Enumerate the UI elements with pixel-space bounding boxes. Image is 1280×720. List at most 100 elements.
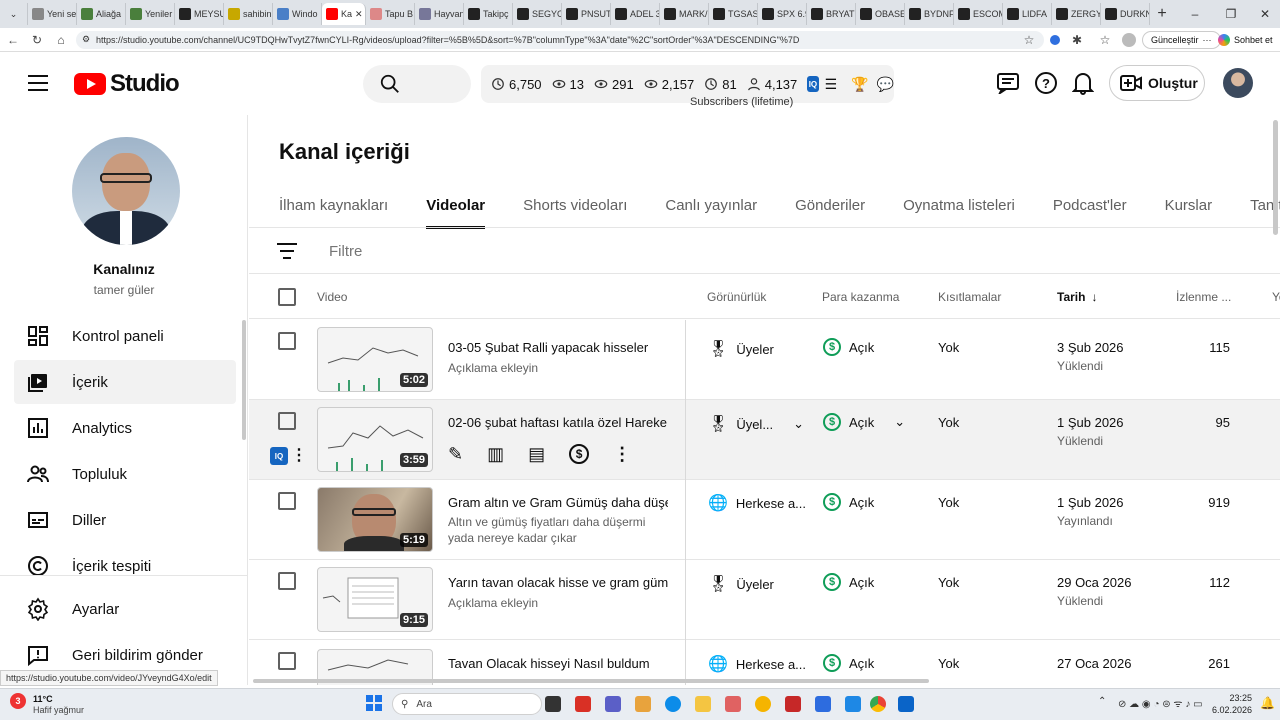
row-checkbox[interactable] bbox=[278, 492, 296, 510]
browser-tab[interactable]: MEYSU bbox=[175, 3, 224, 25]
notification-bell-icon[interactable]: 🔔 bbox=[1260, 696, 1275, 710]
browser-tab[interactable]: sahibin bbox=[224, 3, 273, 25]
column-views[interactable]: İzlenme ... bbox=[1176, 290, 1231, 304]
help-icon[interactable]: ? bbox=[1035, 72, 1057, 94]
column-date[interactable]: Tarih ↓ bbox=[1057, 290, 1097, 304]
monetization-cell[interactable]: $ Açık bbox=[823, 338, 874, 356]
maximize-button[interactable]: ❐ bbox=[1214, 0, 1248, 28]
chevron-up-icon[interactable]: ⌃ bbox=[1098, 696, 1106, 707]
tab-playlists[interactable]: Oynatma listeleri bbox=[903, 197, 1015, 227]
star-icon[interactable]: ☆ bbox=[1020, 31, 1038, 49]
close-window-button[interactable]: ✕ bbox=[1248, 0, 1280, 28]
browser-tab[interactable]: Windo bbox=[273, 3, 322, 25]
tab-live[interactable]: Canlı yayınlar bbox=[665, 197, 757, 227]
tab-courses[interactable]: Kurslar bbox=[1165, 197, 1213, 227]
edit-pencil-icon[interactable]: ✎ bbox=[448, 444, 463, 465]
minimize-button[interactable]: – bbox=[1178, 0, 1212, 28]
browser-tab[interactable]: PNSUT bbox=[562, 3, 611, 25]
browser-tab[interactable]: Tapu B bbox=[366, 3, 415, 25]
browser-tab[interactable]: Yeniler bbox=[126, 3, 175, 25]
select-all-checkbox[interactable] bbox=[278, 288, 296, 306]
back-arrow-icon[interactable]: ← bbox=[4, 31, 22, 49]
tab-podcasts[interactable]: Podcast'ler bbox=[1053, 197, 1127, 227]
comments-icon[interactable] bbox=[996, 72, 1020, 96]
tab-list-button[interactable]: ⌄ bbox=[0, 3, 28, 25]
browser-tab[interactable]: Aliağa bbox=[77, 3, 126, 25]
copilot-chat-button[interactable]: Sohbet et bbox=[1214, 31, 1277, 49]
sidebar-item-community[interactable]: Topluluk bbox=[14, 452, 236, 496]
row-checkbox[interactable] bbox=[278, 332, 296, 350]
monetization-icon[interactable]: $ bbox=[569, 444, 590, 464]
row-checkbox[interactable] bbox=[278, 652, 296, 670]
browser-tab[interactable]: SPX 6.9 bbox=[758, 3, 807, 25]
visibility-cell[interactable]: 🎖 Üyeler bbox=[708, 574, 774, 594]
list-icon[interactable]: ☰ bbox=[825, 76, 838, 93]
visibility-dropdown[interactable]: 🎖 Üyel... ⌄ bbox=[708, 414, 804, 434]
browser-tab[interactable]: Takipç bbox=[464, 3, 513, 25]
reload-icon[interactable]: ↻ bbox=[28, 31, 46, 49]
visibility-cell[interactable]: 🌐 Herkese a... bbox=[708, 654, 806, 674]
weather-temp[interactable]: 11°C bbox=[33, 694, 53, 704]
outlook-classic-icon[interactable] bbox=[725, 696, 741, 712]
windows-start-icon[interactable] bbox=[366, 695, 382, 711]
app-blue-icon[interactable] bbox=[845, 696, 861, 712]
options-icon[interactable]: ⋮ bbox=[613, 444, 631, 465]
browser-tab[interactable]: ADEL 3 bbox=[611, 3, 660, 25]
trophy-icon[interactable]: 🏆 bbox=[851, 76, 868, 93]
search-button[interactable] bbox=[363, 65, 471, 103]
tab-shorts[interactable]: Shorts videoları bbox=[523, 197, 627, 227]
comments-icon[interactable]: ▤ bbox=[528, 444, 545, 465]
app-circle-icon[interactable] bbox=[755, 696, 771, 712]
bell-icon[interactable] bbox=[1071, 71, 1095, 95]
browser-tab[interactable]: BRYAT bbox=[807, 3, 856, 25]
table-row[interactable]: IQ ⋮ 3:59 02-06 şubat haftası katıla öze… bbox=[249, 400, 1280, 480]
video-description[interactable]: Açıklama ekleyin bbox=[448, 595, 673, 611]
row-checkbox[interactable] bbox=[278, 572, 296, 590]
sidebar-item-languages[interactable]: Diller bbox=[14, 498, 236, 542]
analytics-icon[interactable]: ▥ bbox=[487, 444, 504, 465]
tab-videos[interactable]: Videolar bbox=[426, 197, 485, 229]
sidebar-item-content[interactable]: İçerik bbox=[14, 360, 236, 404]
create-button[interactable]: Oluştur bbox=[1109, 65, 1205, 101]
vidiq-icon[interactable]: IQ bbox=[270, 447, 288, 465]
filter-input[interactable] bbox=[329, 239, 629, 263]
monetization-cell[interactable]: $ Açık bbox=[823, 493, 874, 511]
browser-tab[interactable]: OBASE bbox=[856, 3, 905, 25]
sidebar-scrollbar[interactable] bbox=[242, 320, 246, 440]
stat-views-c[interactable]: 2,157 bbox=[644, 77, 694, 92]
column-restrictions[interactable]: Kısıtlamalar bbox=[938, 290, 1001, 304]
browser-tab[interactable]: Yeni se bbox=[28, 3, 77, 25]
stat-views-b[interactable]: 291 bbox=[594, 77, 634, 92]
clock-date[interactable]: 6.02.2026 bbox=[1212, 705, 1252, 715]
sidebar-item-dashboard[interactable]: Kontrol paneli bbox=[14, 314, 236, 358]
vidiq-icon[interactable]: IQ bbox=[807, 76, 819, 92]
browser-tab[interactable]: SEGYO bbox=[513, 3, 562, 25]
file-explorer-icon[interactable] bbox=[695, 696, 711, 712]
chrome-icon[interactable] bbox=[870, 696, 886, 712]
browser-tab[interactable]: ESCOM bbox=[954, 3, 1003, 25]
account-avatar[interactable] bbox=[1223, 68, 1253, 98]
stat-hours[interactable]: 81 bbox=[704, 77, 737, 92]
row-more-icon[interactable]: ⋮ bbox=[291, 445, 307, 465]
table-row[interactable]: 5:19 Gram altın ve Gram Gümüş daha düşe.… bbox=[249, 480, 1280, 560]
update-button[interactable]: Güncelleştir ··· bbox=[1142, 31, 1221, 49]
browser-tab[interactable]: LIDFA bbox=[1003, 3, 1052, 25]
browser-tab[interactable]: DURKN bbox=[1101, 3, 1150, 25]
video-title[interactable]: Yarın tavan olacak hisse ve gram güm... bbox=[448, 575, 668, 590]
tab-inspiration[interactable]: İlham kaynakları bbox=[279, 197, 388, 227]
browser-tab[interactable]: TGSAS bbox=[709, 3, 758, 25]
taskbar-search[interactable]: ⚲ Ara bbox=[392, 693, 542, 715]
outlook-icon[interactable] bbox=[898, 696, 914, 712]
browser-tab[interactable]: ZERGY bbox=[1052, 3, 1101, 25]
favorites-icon[interactable]: ☆ bbox=[1096, 31, 1114, 49]
studio-logo[interactable]: Studio bbox=[74, 70, 180, 98]
profile-icon[interactable] bbox=[1120, 31, 1138, 49]
video-thumbnail[interactable]: 5:02 bbox=[317, 327, 433, 392]
main-scrollbar[interactable] bbox=[1273, 120, 1278, 235]
stat-views-a[interactable]: 13 bbox=[552, 77, 584, 92]
browser-tab[interactable]: Hayvan bbox=[415, 3, 464, 25]
video-description[interactable]: Altın ve gümüş fiyatları daha düşermi ya… bbox=[448, 514, 673, 546]
tab-posts[interactable]: Gönderiler bbox=[795, 197, 865, 227]
app-red-icon[interactable] bbox=[785, 696, 801, 712]
browser-tab[interactable]: BYDNF bbox=[905, 3, 954, 25]
